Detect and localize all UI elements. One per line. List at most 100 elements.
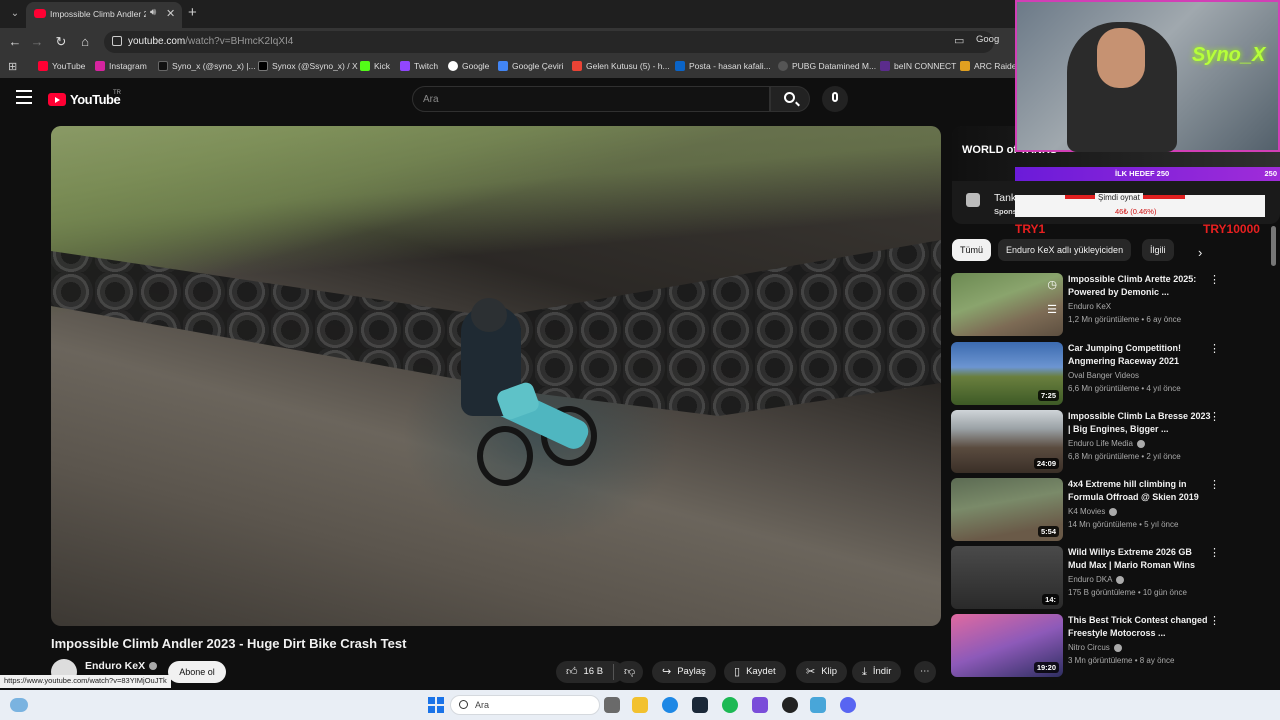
browser-tab[interactable]: Impossible Climb Andler 20 🔊︎ ✕	[26, 2, 182, 28]
recommendation-title[interactable]: Impossible Climb Arette 2025: Powered by…	[1068, 273, 1212, 298]
subscribe-button[interactable]: Abone ol	[168, 661, 226, 683]
video-player[interactable]	[51, 126, 941, 626]
like-button[interactable]: 👍︎ 16 B	[556, 661, 625, 683]
more-vert-icon[interactable]: ⋮	[1209, 546, 1220, 559]
video-thumbnail[interactable]: 5:54	[951, 478, 1063, 541]
recommendation-channel[interactable]: Enduro KeX	[1068, 302, 1111, 311]
more-vert-icon[interactable]: ⋮	[1209, 410, 1220, 423]
bookmark-instagram[interactable]: Instagram	[95, 61, 147, 71]
recommendation-channel[interactable]: Nitro Circus	[1068, 643, 1122, 652]
tab-search-icon[interactable]: ⌄	[6, 5, 24, 23]
address-bar[interactable]: youtube.com/watch?v=BHmcK2IqXI4	[104, 31, 994, 53]
bookmark-bein[interactable]: beIN CONNECT	[880, 61, 956, 71]
clip-button[interactable]: ✂ Klip	[796, 661, 848, 683]
video-thumbnail[interactable]: 14:	[951, 546, 1063, 609]
menu-icon[interactable]	[16, 90, 32, 104]
channel-name[interactable]: Enduro KeX	[85, 660, 158, 672]
obs-icon[interactable]	[782, 697, 798, 713]
weather-icon[interactable]	[10, 698, 28, 712]
voice-search-button[interactable]	[822, 86, 848, 112]
thumbs-up-icon: 👍︎	[566, 666, 578, 678]
recommendation-item[interactable]: 5:54 4x4 Extreme hill climbing in Formul…	[951, 478, 1251, 542]
bookmark-google[interactable]: Google	[448, 61, 489, 71]
forward-arrow-icon[interactable]: →	[28, 33, 46, 51]
reload-icon[interactable]: ↻	[52, 33, 70, 51]
youtube-logo[interactable]: YouTube	[48, 92, 121, 107]
bookmark-translate[interactable]: Google Çeviri	[498, 61, 564, 71]
video-thumbnail[interactable]: ◷ ☰	[951, 273, 1063, 336]
bookmark-youtube[interactable]: YouTube	[38, 61, 85, 71]
bookmark-pubg[interactable]: PUBG Datamined M...	[778, 61, 876, 71]
recommendation-channel[interactable]: K4 Movies	[1068, 507, 1118, 516]
gmail-icon	[572, 61, 582, 71]
recommendation-channel[interactable]: Oval Banger Videos	[1068, 371, 1139, 380]
chip-all[interactable]: Tümü	[952, 239, 992, 261]
donation-amount: 46₺ (0.46%)	[1115, 207, 1157, 216]
recommendation-title[interactable]: Car Jumping Competition! Angmering Racew…	[1068, 342, 1212, 367]
recommendation-item[interactable]: 24:09 Impossible Climb La Bresse 2023 | …	[951, 410, 1251, 474]
back-arrow-icon[interactable]: ←	[6, 33, 24, 51]
spotify-icon[interactable]	[722, 697, 738, 713]
google-account-chip[interactable]: Goog	[976, 34, 999, 45]
steam-icon[interactable]	[692, 697, 708, 713]
chip-related[interactable]: İlgili	[1142, 239, 1174, 261]
duration-badge: 24:09	[1033, 458, 1059, 469]
task-view-icon[interactable]	[604, 697, 620, 713]
discord-icon[interactable]	[840, 697, 856, 713]
scrollbar[interactable]	[1271, 226, 1276, 266]
close-icon[interactable]: ✕	[166, 7, 175, 20]
more-vert-icon[interactable]: ⋮	[1209, 273, 1220, 286]
speaker-icon[interactable]: 🔊︎	[150, 7, 156, 18]
bookmark-gmail[interactable]: Gelen Kutusu (5) - h...	[572, 61, 670, 71]
bookmark-kick[interactable]: Kick	[360, 61, 390, 71]
recommendation-title[interactable]: Wild Willys Extreme 2026 GB Mud Max | Ma…	[1068, 546, 1212, 571]
bookmark-mail[interactable]: Posta - hasan kafali...	[675, 61, 771, 71]
download-button[interactable]: ⤓ İndir	[852, 661, 902, 683]
dislike-button[interactable]: 👎︎	[616, 661, 644, 683]
chip-uploader[interactable]: Enduro KeX adlı yükleyiciden	[998, 239, 1132, 261]
new-tab-icon[interactable]: +	[188, 4, 197, 21]
video-thumbnail[interactable]: 7:25	[951, 342, 1063, 405]
home-icon[interactable]: ⌂	[76, 33, 94, 51]
bookmark-tiktok[interactable]: Syno_x (@syno_x) |...	[158, 61, 256, 71]
more-vert-icon[interactable]: ⋮	[1209, 478, 1220, 491]
recommendation-channel[interactable]: Enduro DKA	[1068, 575, 1125, 584]
windows-start-icon[interactable]	[428, 697, 444, 713]
recommendation-title[interactable]: This Best Trick Contest changed Freestyl…	[1068, 614, 1212, 639]
cast-icon[interactable]: ▭	[954, 34, 964, 47]
video-thumbnail[interactable]: 24:09	[951, 410, 1063, 473]
bookmark-twitch[interactable]: Twitch	[400, 61, 438, 71]
recommendation-channel[interactable]: Enduro Life Media	[1068, 439, 1145, 448]
tab-title: Impossible Climb Andler 20	[50, 9, 146, 19]
more-vert-icon[interactable]: ⋮	[1209, 614, 1220, 627]
search-button[interactable]	[770, 86, 810, 112]
video-thumbnail[interactable]: 19:20	[951, 614, 1063, 677]
chevron-right-icon[interactable]: ›	[1198, 245, 1202, 260]
save-button[interactable]: ▯ Kaydet	[724, 661, 786, 683]
chrome-icon[interactable]	[662, 697, 678, 713]
bookmark-x[interactable]: Synox (@Ssyno_x) / X	[258, 61, 358, 71]
recommendation-item[interactable]: 14: Wild Willys Extreme 2026 GB Mud Max …	[951, 546, 1251, 610]
recommendation-meta: 3 Mn görüntüleme • 8 ay önce	[1068, 656, 1175, 665]
apps-grid-icon[interactable]: ⊞	[8, 60, 17, 73]
donation-goal-panel: Şimdi oynat 46₺ (0.46%)	[1015, 193, 1265, 217]
bookmark-arc[interactable]: ARC Raide	[960, 61, 1017, 71]
microphone-icon	[832, 92, 838, 102]
add-to-queue-icon[interactable]: ☰	[1047, 303, 1057, 316]
app-icon[interactable]	[752, 697, 768, 713]
thumbs-down-icon: 👎︎	[624, 666, 636, 678]
share-button[interactable]: ↪ Paylaş	[652, 661, 716, 683]
watch-later-icon[interactable]: ◷	[1047, 278, 1057, 291]
taskbar-search[interactable]: Ara	[450, 695, 600, 715]
file-explorer-icon[interactable]	[632, 697, 648, 713]
more-vert-icon[interactable]: ⋮	[1209, 342, 1220, 355]
search-input[interactable]: Ara	[412, 86, 770, 112]
site-info-icon[interactable]	[112, 36, 122, 46]
settings-icon[interactable]	[810, 697, 826, 713]
recommendation-item[interactable]: ◷ ☰ Impossible Climb Arette 2025: Powere…	[951, 273, 1251, 337]
recommendation-item[interactable]: 19:20 This Best Trick Contest changed Fr…	[951, 614, 1251, 678]
more-actions-button[interactable]: ⋯	[914, 661, 936, 683]
recommendation-item[interactable]: 7:25 Car Jumping Competition! Angmering …	[951, 342, 1251, 406]
recommendation-title[interactable]: Impossible Climb La Bresse 2023 | Big En…	[1068, 410, 1212, 435]
recommendation-title[interactable]: 4x4 Extreme hill climbing in Formula Off…	[1068, 478, 1212, 503]
